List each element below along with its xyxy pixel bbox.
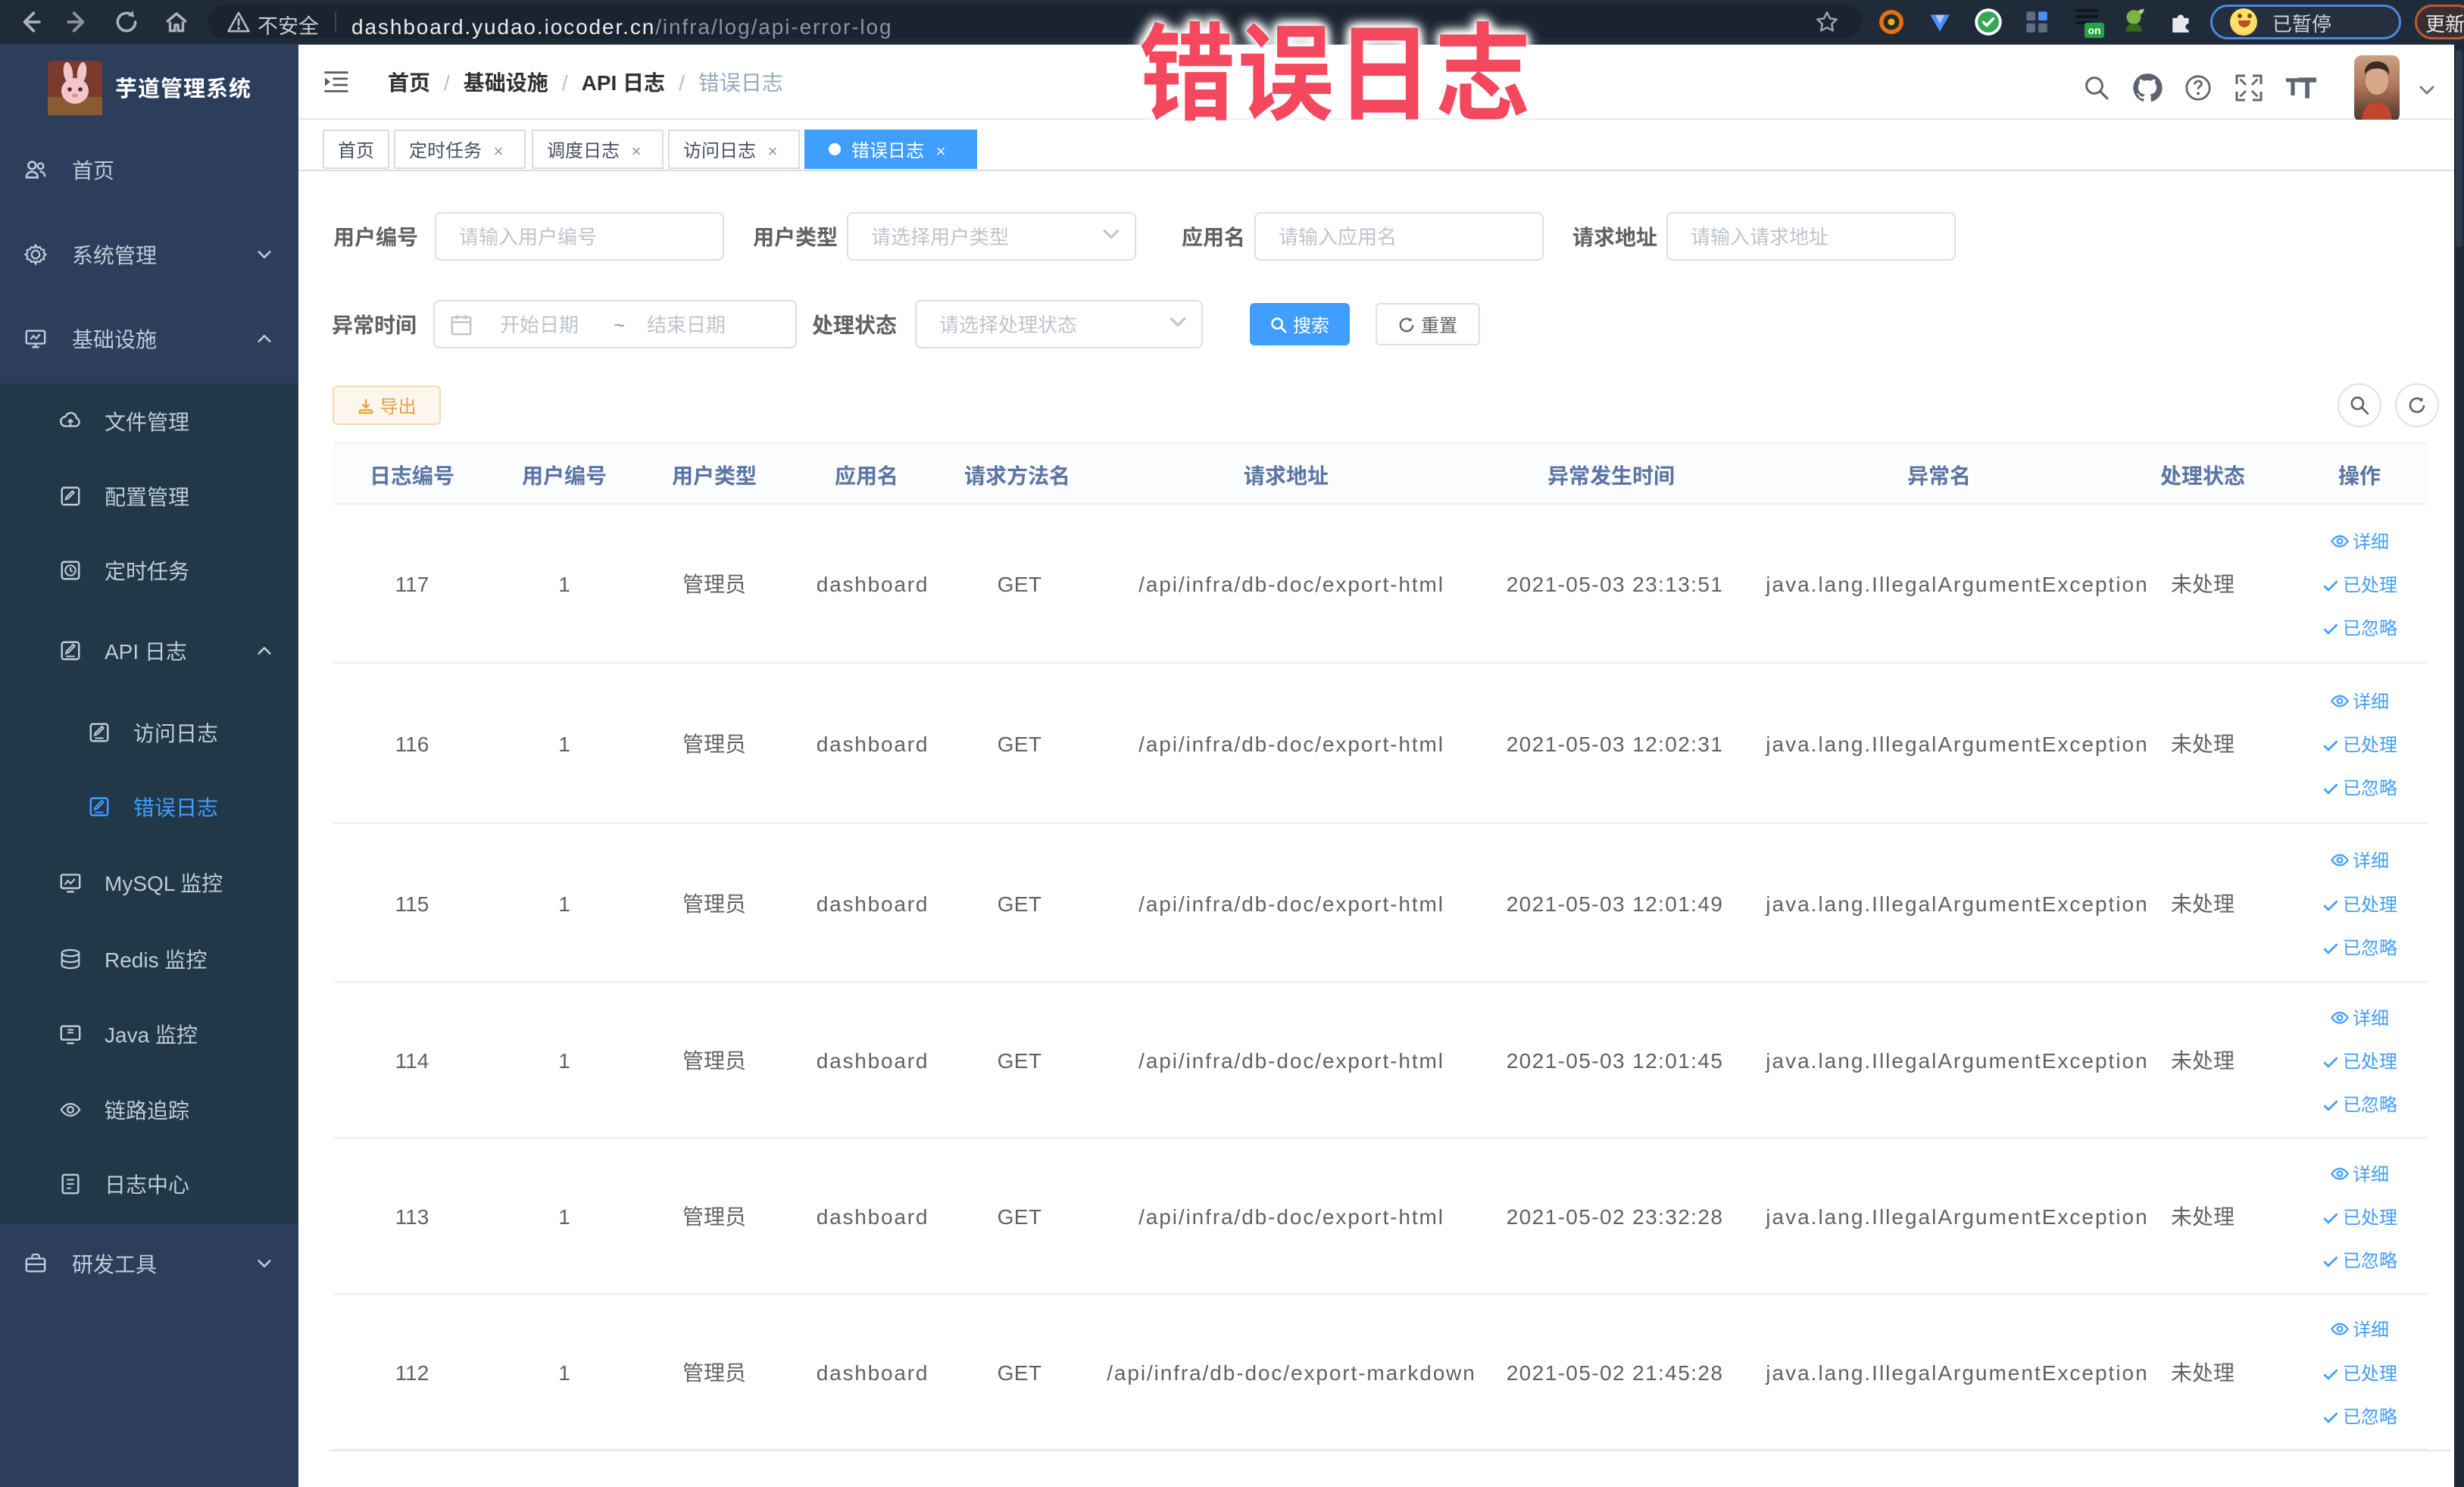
svg-text:on: on — [2088, 24, 2100, 36]
